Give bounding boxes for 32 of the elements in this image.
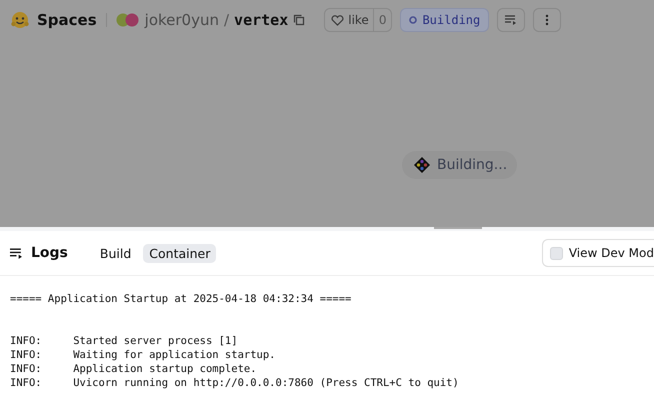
like-label: like — [348, 13, 369, 27]
like-button[interactable]: like 0 — [324, 8, 392, 32]
avatar-icon — [116, 13, 140, 27]
diamond-icon — [414, 157, 430, 173]
path-separator: / — [224, 11, 230, 29]
like-count: 0 — [372, 9, 392, 31]
repo-name: vertex — [234, 11, 288, 29]
building-text: Building... — [437, 157, 508, 173]
log-line: INFO: Started server process [1] — [10, 334, 239, 348]
copy-icon[interactable] — [293, 14, 306, 26]
spinner-icon — [409, 16, 418, 24]
log-line: INFO: Uvicorn running on http://0.0.0.0:7860 (Press CTRL+C to quit) — [10, 376, 460, 390]
log-line: ===== Application Startup at 2025-04-18 04:32:34 ===== — [10, 292, 352, 306]
log-line: INFO: Waiting for application startup. — [10, 348, 277, 362]
status-label: Building — [422, 13, 480, 27]
log-line: INFO: Application startup complete. — [10, 362, 258, 376]
status-badge[interactable]: Building — [400, 8, 490, 32]
heart-icon — [331, 14, 344, 26]
dev-mode-label: View Dev Mod — [568, 246, 654, 260]
log-tab[interactable]: Build — [94, 244, 138, 262]
logs-title: Logs — [31, 245, 68, 261]
log-tab[interactable]: Container — [143, 244, 216, 262]
list-icon — [505, 15, 518, 25]
dev-mode-toggle[interactable]: View Dev Mod — [542, 239, 654, 267]
checkbox[interactable] — [550, 246, 563, 260]
spaces-link[interactable]: Spaces — [37, 11, 97, 29]
resize-handle[interactable] — [434, 227, 482, 230]
list-icon — [10, 248, 23, 258]
more-button[interactable] — [533, 8, 562, 32]
logs-button[interactable] — [497, 8, 526, 32]
hugging-face-logo-icon — [10, 10, 30, 30]
more-icon — [545, 14, 550, 26]
